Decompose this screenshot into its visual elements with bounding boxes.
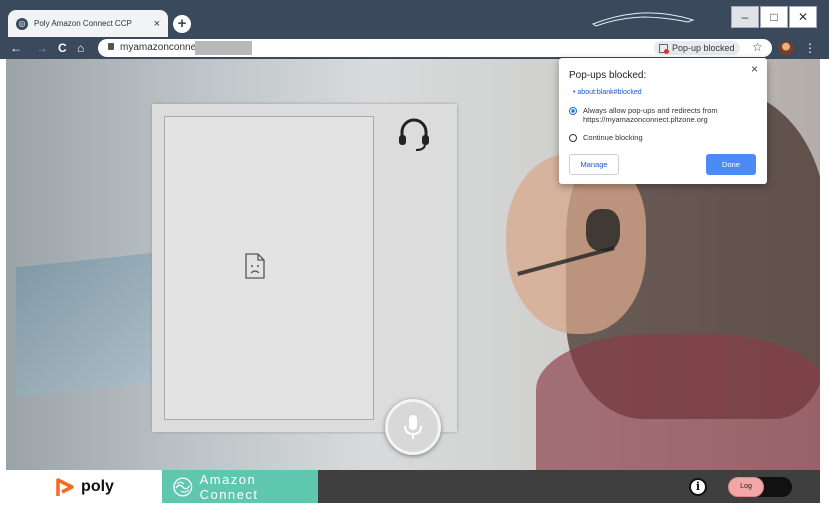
manage-button[interactable]: Manage bbox=[569, 154, 619, 175]
option-block[interactable]: Continue blocking bbox=[569, 133, 643, 142]
option-allow[interactable]: Always allow pop-ups and redirects from … bbox=[569, 106, 759, 124]
lock-icon bbox=[108, 43, 114, 50]
blocked-popup-link[interactable]: • about:blank#blocked bbox=[573, 89, 642, 96]
url-text: myamazonconnect bbox=[120, 42, 204, 53]
tab-title: Poly Amazon Connect CCP bbox=[34, 19, 132, 28]
popup-title: Pop-ups blocked: bbox=[569, 70, 647, 81]
background-person-shirt bbox=[536, 334, 820, 470]
tab-favicon-icon: ◎ bbox=[16, 17, 28, 30]
minimize-button[interactable]: – bbox=[731, 6, 759, 28]
blocked-popup-link-text: about:blank#blocked bbox=[577, 89, 642, 96]
new-tab-button[interactable]: + bbox=[173, 15, 191, 33]
home-icon[interactable]: ⌂ bbox=[77, 41, 84, 55]
microphone-icon bbox=[404, 415, 422, 439]
address-bar[interactable]: myamazonconnect Pop-up blocked ☆ bbox=[98, 39, 772, 57]
browser-titlebar: ◎ Poly Amazon Connect CCP × + – □ ✕ bbox=[0, 0, 829, 37]
popup-blocked-icon bbox=[659, 43, 669, 54]
footer-bar: poly Amazon Connect i Log bbox=[6, 470, 820, 503]
popup-blocked-chip[interactable]: Pop-up blocked bbox=[654, 41, 740, 55]
poly-logo-text: poly bbox=[81, 477, 114, 495]
window-close-button[interactable]: ✕ bbox=[789, 6, 817, 28]
maximize-button[interactable]: □ bbox=[760, 6, 788, 28]
headset-icon bbox=[399, 118, 429, 151]
log-toggle-knob: Log bbox=[728, 477, 764, 497]
tab-close-icon[interactable]: × bbox=[154, 18, 160, 30]
poly-logo: poly bbox=[6, 470, 162, 503]
sad-file-icon bbox=[245, 253, 265, 279]
background-headset-earpiece bbox=[586, 209, 620, 251]
browser-menu-icon[interactable]: ⋮ bbox=[804, 41, 816, 55]
done-button[interactable]: Done bbox=[706, 154, 756, 175]
info-icon[interactable]: i bbox=[689, 478, 707, 496]
amazon-connect-text: Amazon Connect bbox=[199, 471, 259, 502]
amazon-connect-logo: Amazon Connect bbox=[162, 470, 318, 503]
redacted-url-block bbox=[195, 41, 252, 55]
forward-icon[interactable]: → bbox=[36, 41, 48, 55]
poly-logo-icon bbox=[56, 477, 74, 496]
log-toggle[interactable]: Log bbox=[728, 477, 792, 497]
car-theme-icon bbox=[591, 12, 695, 27]
popup-close-icon[interactable]: × bbox=[751, 62, 758, 76]
ccp-panel bbox=[152, 104, 457, 432]
browser-tab[interactable]: ◎ Poly Amazon Connect CCP × bbox=[8, 10, 168, 37]
radio-block[interactable] bbox=[569, 134, 577, 142]
popup-blocked-label: Pop-up blocked bbox=[672, 43, 735, 53]
microphone-button[interactable] bbox=[385, 399, 441, 455]
bookmark-star-icon[interactable]: ☆ bbox=[752, 40, 763, 54]
profile-avatar[interactable] bbox=[779, 41, 793, 55]
back-icon[interactable]: ← bbox=[10, 41, 22, 55]
option-allow-label: Always allow pop-ups and redirects from … bbox=[583, 106, 718, 124]
radio-allow[interactable] bbox=[569, 107, 577, 115]
reload-icon[interactable]: C bbox=[58, 41, 67, 55]
option-block-label: Continue blocking bbox=[583, 133, 643, 142]
popup-blocked-bubble: Pop-ups blocked: × • about:blank#blocked… bbox=[559, 58, 767, 184]
amazon-connect-icon bbox=[173, 477, 193, 496]
ccp-iframe bbox=[164, 116, 374, 420]
browser-toolbar: ← → C ⌂ myamazonconnect Pop-up blocked ☆… bbox=[0, 37, 829, 59]
